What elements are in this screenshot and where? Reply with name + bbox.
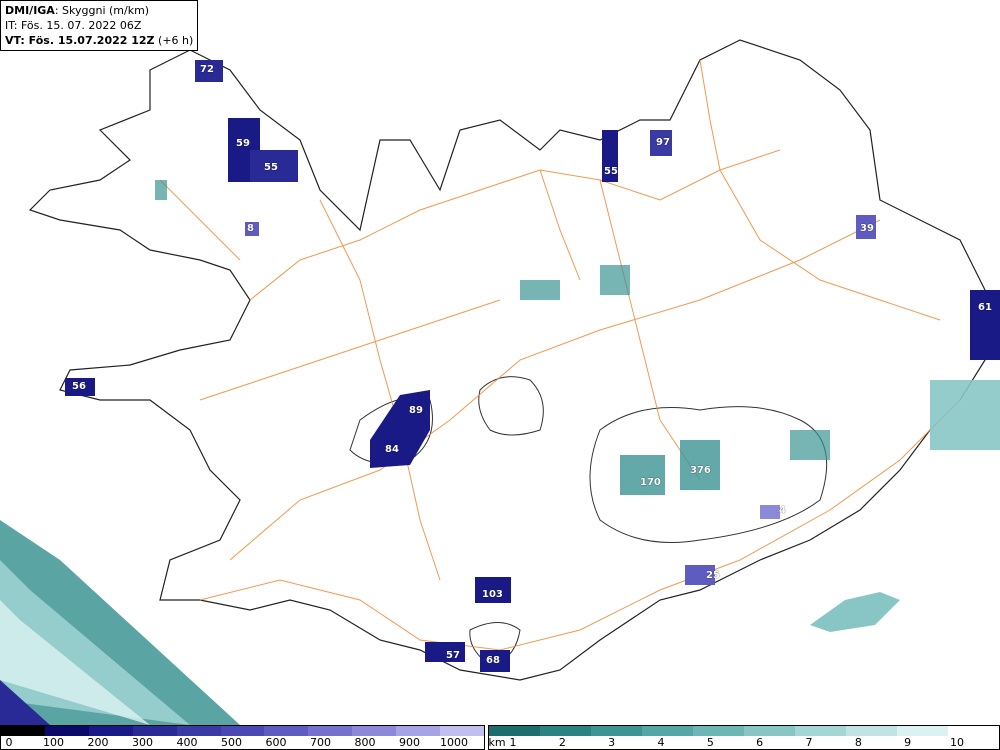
value-label: 59: [236, 138, 250, 149]
lead-time: (+6 h): [154, 34, 194, 47]
legend-color-cell: [308, 726, 353, 736]
map-header: DMI/IGA: Skyggni (m/km) IT: Fös. 15. 07.…: [0, 0, 199, 51]
value-label: 84: [385, 444, 399, 455]
legend-color-cell: [489, 726, 540, 736]
legend-color-cell: [744, 726, 795, 736]
legend-color-cell: [846, 726, 897, 736]
value-label: 61: [978, 302, 992, 313]
fog-patch-southeast: [810, 592, 900, 632]
legend-tick-label: 4: [657, 736, 665, 749]
valid-time: VT: Fös. 15.07.2022 12Z: [5, 34, 155, 47]
ceiling-legend: km 1 2 3 4 5 6 7 8 9 10: [488, 725, 1000, 750]
legend-color-cell: [264, 726, 309, 736]
legend-tick-label: 1000: [440, 736, 468, 749]
value-label: 68: [486, 655, 500, 666]
init-time: IT: Fös. 15. 07. 2022 06Z: [5, 19, 142, 32]
model-name: DMI/IGA: [5, 4, 55, 17]
value-label: 57: [446, 650, 460, 661]
legend-color-cell: [88, 726, 133, 736]
legend-color-cell: [176, 726, 221, 736]
legend-color-cell: [396, 726, 441, 736]
legend-color-cell: [591, 726, 642, 736]
value-label: 55: [604, 166, 618, 177]
legend-tick-label: 800: [354, 736, 376, 749]
legend-tick-label: 3: [608, 736, 616, 749]
value-label: 39: [860, 223, 874, 234]
legend-tick-label: 300: [132, 736, 153, 749]
legend-tick-label: 9: [904, 736, 912, 749]
legend-tick-label: 100: [43, 736, 64, 749]
legend-color-cell: [440, 726, 484, 736]
legend-color-cell: [44, 726, 89, 736]
legend-color-cell: [948, 726, 999, 736]
value-label: 72: [200, 64, 214, 75]
legend-color-cell: [220, 726, 265, 736]
visibility-ticks: 0 100 200 300 400 500 600 700 800 900 1000: [1, 736, 484, 750]
value-label: 25: [706, 570, 720, 581]
legend-color-cell: [693, 726, 744, 736]
visibility-legend: 0 100 200 300 400 500 600 700 800 900 1000: [0, 725, 485, 750]
value-label: 170: [640, 477, 661, 488]
value-label: 89: [409, 405, 423, 416]
legend-color-cell: [795, 726, 846, 736]
legend-tick-label: 1: [509, 736, 517, 749]
value-label: 376: [690, 465, 711, 476]
legend-tick-label: 6: [756, 736, 764, 749]
value-label: 4: [779, 505, 786, 516]
legend-tick-label: 8: [854, 736, 862, 749]
legend-tick-label: 600: [265, 736, 287, 749]
visibility-color-bar: [1, 726, 484, 736]
legend-color-cell: [642, 726, 693, 736]
legend-tick-label: 5: [706, 736, 714, 749]
legend-tick-label: 500: [221, 736, 242, 749]
value-label: 8: [247, 223, 254, 234]
legend-tick-label: 0: [5, 736, 13, 749]
legend-tick-label: 10: [950, 736, 964, 749]
legend-tick-label: 200: [87, 736, 109, 749]
value-label: 55: [264, 162, 278, 173]
value-label: 103: [482, 589, 503, 600]
legend-color-cell: [540, 726, 591, 736]
legend-tick-label: 700: [310, 736, 331, 749]
ceiling-ticks: km 1 2 3 4 5 6 7 8 9 10: [488, 736, 999, 750]
ceiling-color-bar: [489, 726, 999, 736]
legend-tick-label: 2: [558, 736, 566, 749]
value-label: 97: [656, 137, 670, 148]
legend-tick-label: 900: [399, 736, 420, 749]
field-name: : Skyggni (m/km): [54, 4, 150, 17]
value-label: 56: [72, 381, 86, 392]
iceland-map: [0, 39, 1000, 725]
ceiling-unit: km: [488, 736, 506, 749]
legend-tick-label: 400: [176, 736, 198, 749]
legend-color-cell: [132, 726, 177, 736]
legend-color-cell: [897, 726, 948, 736]
legend-tick-label: 7: [805, 736, 813, 749]
legend-color-cell: [352, 726, 397, 736]
legend-color-cell: [1, 726, 45, 736]
